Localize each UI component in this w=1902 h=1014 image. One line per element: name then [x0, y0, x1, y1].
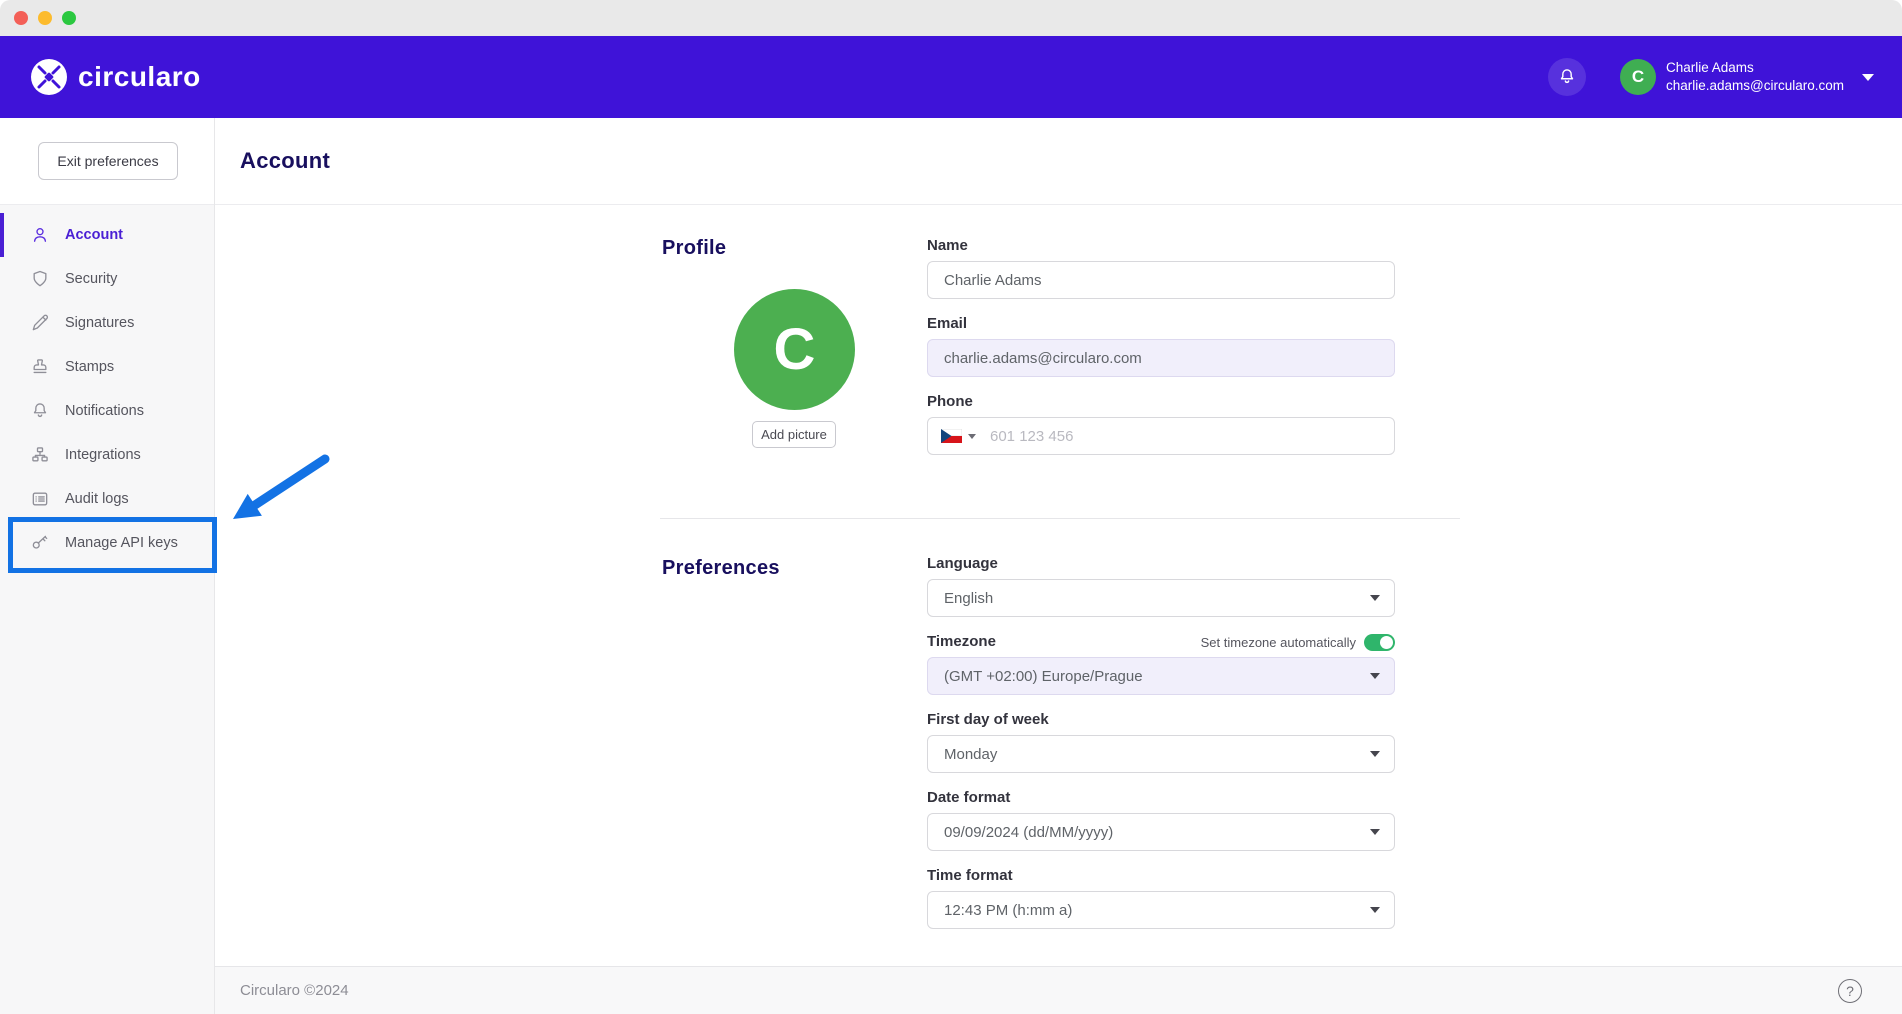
sidebar-item-notifications[interactable]: Notifications: [0, 389, 214, 433]
sidebar-item-signatures[interactable]: Signatures: [0, 301, 214, 345]
name-input[interactable]: [927, 261, 1395, 299]
user-name: Charlie Adams: [1666, 59, 1844, 77]
main-panel: Account Profile C Add picture Name Email…: [215, 118, 1902, 1014]
date-format-label: Date format: [927, 789, 1395, 806]
email-input[interactable]: [927, 339, 1395, 377]
sidebar-item-account[interactable]: Account: [0, 213, 214, 257]
minimize-window-button[interactable]: [38, 11, 52, 25]
timezone-auto-toggle[interactable]: [1364, 634, 1395, 651]
sidebar-item-label: Manage API keys: [65, 535, 178, 551]
language-value: English: [944, 590, 993, 607]
maximize-window-button[interactable]: [62, 11, 76, 25]
user-menu[interactable]: C Charlie Adams charlie.adams@circularo.…: [1620, 59, 1874, 95]
audit-list-icon: [30, 489, 50, 509]
chevron-down-icon: [1370, 751, 1380, 757]
user-icon: [30, 225, 50, 245]
sidebar-item-manage-api-keys[interactable]: Manage API keys: [0, 521, 214, 565]
footer: Circularo ©2024 ?: [215, 966, 1902, 1014]
chevron-down-icon: [1862, 74, 1874, 81]
user-avatar: C: [1620, 59, 1656, 95]
sidebar-item-label: Audit logs: [65, 491, 129, 507]
sidebar-item-label: Stamps: [65, 359, 114, 375]
sidebar-item-label: Notifications: [65, 403, 144, 419]
time-format-select[interactable]: 12:43 PM (h:mm a): [927, 891, 1395, 929]
copyright-text: Circularo ©2024: [240, 982, 349, 999]
circularo-logo-icon: [30, 58, 68, 96]
date-format-select[interactable]: 09/09/2024 (dd/MM/yyyy): [927, 813, 1395, 851]
integrations-icon: [30, 445, 50, 465]
user-email: charlie.adams@circularo.com: [1666, 77, 1844, 95]
bell-icon: [30, 401, 50, 421]
bell-icon: [1557, 67, 1577, 87]
section-divider: [660, 518, 1460, 519]
name-label: Name: [927, 237, 1395, 254]
sidebar-item-security[interactable]: Security: [0, 257, 214, 301]
chevron-down-icon: [968, 434, 976, 439]
macos-titlebar: [0, 0, 1902, 36]
sidebar-item-label: Integrations: [65, 447, 141, 463]
first-day-of-week-value: Monday: [944, 746, 997, 763]
language-select[interactable]: English: [927, 579, 1395, 617]
timezone-value: (GMT +02:00) Europe/Prague: [944, 668, 1143, 685]
time-format-value: 12:43 PM (h:mm a): [944, 902, 1072, 919]
app-header: circularo C Charlie Adams charlie.adams@…: [0, 36, 1902, 118]
stamp-icon: [30, 357, 50, 377]
phone-input[interactable]: [927, 417, 1395, 455]
first-day-of-week-select[interactable]: Monday: [927, 735, 1395, 773]
chevron-down-icon: [1370, 829, 1380, 835]
first-day-of-week-label: First day of week: [927, 711, 1395, 728]
sidebar-item-label: Signatures: [65, 315, 134, 331]
profile-avatar: C: [734, 289, 855, 410]
pen-icon: [30, 313, 50, 333]
sidebar-item-stamps[interactable]: Stamps: [0, 345, 214, 389]
language-label: Language: [927, 555, 1395, 572]
sidebar-item-integrations[interactable]: Integrations: [0, 433, 214, 477]
brand[interactable]: circularo: [30, 58, 201, 96]
shield-icon: [30, 269, 50, 289]
sidebar-item-label: Security: [65, 271, 117, 287]
czech-flag-icon: [941, 429, 962, 443]
preferences-sidebar: Exit preferences Account Security: [0, 118, 215, 1014]
preferences-section-title: Preferences: [662, 557, 780, 580]
sidebar-item-audit-logs[interactable]: Audit logs: [0, 477, 214, 521]
timezone-select[interactable]: (GMT +02:00) Europe/Prague: [927, 657, 1395, 695]
help-button[interactable]: ?: [1838, 979, 1862, 1003]
exit-preferences-button[interactable]: Exit preferences: [38, 142, 178, 180]
time-format-label: Time format: [927, 867, 1395, 884]
app-window: circularo C Charlie Adams charlie.adams@…: [0, 0, 1902, 1014]
key-icon: [30, 533, 50, 553]
date-format-value: 09/09/2024 (dd/MM/yyyy): [944, 824, 1113, 841]
notifications-bell-button[interactable]: [1548, 58, 1586, 96]
account-content: Profile C Add picture Name Email Phone: [215, 205, 1902, 966]
sidebar-nav: Account Security Signatures: [0, 205, 214, 565]
chevron-down-icon: [1370, 907, 1380, 913]
profile-section-title: Profile: [662, 237, 726, 260]
chevron-down-icon: [1370, 673, 1380, 679]
sidebar-item-label: Account: [65, 227, 123, 243]
set-timezone-automatically-label: Set timezone automatically: [1201, 635, 1356, 650]
brand-wordmark: circularo: [78, 61, 201, 93]
chevron-down-icon: [1370, 595, 1380, 601]
email-label: Email: [927, 315, 1395, 332]
country-code-selector[interactable]: [941, 429, 976, 443]
add-picture-button[interactable]: Add picture: [752, 421, 836, 448]
page-title: Account: [240, 148, 330, 174]
phone-label: Phone: [927, 393, 1395, 410]
close-window-button[interactable]: [14, 11, 28, 25]
